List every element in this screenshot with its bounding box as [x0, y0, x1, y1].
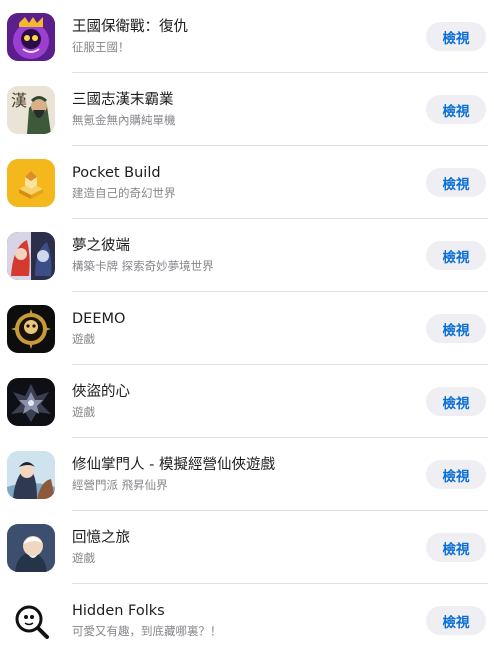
list-item[interactable]: 漢 三國志漢末霸業 無氪金無內購純單機 檢視	[0, 73, 494, 146]
deemo-app-icon[interactable]	[7, 304, 55, 353]
app-subtitle: 遊戲	[72, 405, 95, 419]
kingdom-rush-vengeance-app-icon[interactable]	[7, 12, 55, 61]
app-subtitle: 建造自己的奇幻世界	[72, 186, 176, 200]
list-item[interactable]: 回憶之旅 遊戲 檢視	[0, 511, 494, 584]
view-button[interactable]: 檢視	[426, 533, 486, 562]
app-title: 夢之彼端	[72, 238, 130, 254]
hidden-folks-app-icon[interactable]	[7, 596, 55, 645]
list-item[interactable]: Pocket Build 建造自己的奇幻世界 檢視	[0, 146, 494, 219]
app-text: Pocket Build 建造自己的奇幻世界	[72, 164, 394, 201]
list-item[interactable]: 修仙掌門人 - 模擬經營仙俠遊戲 經營門派 飛昇仙界 檢視	[0, 438, 494, 511]
app-text: 俠盜的心 遊戲	[72, 383, 394, 420]
list-item[interactable]: Hidden Folks 可愛又有趣，到底藏哪裏？！ 檢視	[0, 584, 494, 657]
app-title: 回憶之旅	[72, 530, 130, 546]
app-subtitle: 無氪金無內購純單機	[72, 113, 176, 127]
app-title: 俠盜的心	[72, 384, 130, 400]
view-button[interactable]: 檢視	[426, 241, 486, 270]
app-subtitle: 征服王國！	[72, 40, 130, 54]
pocket-build-app-icon[interactable]	[7, 158, 55, 207]
view-button[interactable]: 檢視	[426, 460, 486, 489]
app-text: 夢之彼端 構築卡牌 探索奇妙夢境世界	[72, 237, 394, 274]
app-subtitle: 遊戲	[72, 551, 95, 565]
view-button[interactable]: 檢視	[426, 168, 486, 197]
list-item[interactable]: 王國保衛戰：復仇 征服王國！ 檢視	[0, 0, 494, 73]
xiuxian-master-app-icon[interactable]	[7, 450, 55, 499]
app-text: 回憶之旅 遊戲	[72, 529, 394, 566]
rogue-heart-app-icon[interactable]	[7, 377, 55, 426]
app-title: 王國保衛戰：復仇	[72, 19, 188, 35]
view-button[interactable]: 檢視	[426, 314, 486, 343]
app-title: 修仙掌門人 - 模擬經營仙俠遊戲	[72, 457, 275, 473]
dream-beyond-app-icon[interactable]	[7, 231, 55, 280]
view-button[interactable]: 檢視	[426, 606, 486, 635]
han-glyph: 漢	[11, 91, 27, 110]
app-subtitle: 構築卡牌 探索奇妙夢境世界	[72, 259, 214, 273]
list-item[interactable]: 夢之彼端 構築卡牌 探索奇妙夢境世界 檢視	[0, 219, 494, 292]
app-subtitle: 遊戲	[72, 332, 95, 346]
list-item[interactable]: 俠盜的心 遊戲 檢視	[0, 365, 494, 438]
app-text: Hidden Folks 可愛又有趣，到底藏哪裏？！	[72, 602, 394, 639]
app-text: 王國保衛戰：復仇 征服王國！	[72, 18, 394, 55]
app-text: 修仙掌門人 - 模擬經營仙俠遊戲 經營門派 飛昇仙界	[72, 456, 394, 493]
app-title: Hidden Folks	[72, 603, 165, 619]
app-title: 三國志漢末霸業	[72, 92, 174, 108]
app-list: 王國保衛戰：復仇 征服王國！ 檢視 漢 三國志漢末霸業 無氪金無內購純單機 檢視	[0, 0, 494, 657]
list-item[interactable]: DEEMO 遊戲 檢視	[0, 292, 494, 365]
app-text: DEEMO 遊戲	[72, 310, 394, 347]
app-text: 三國志漢末霸業 無氪金無內購純單機	[72, 91, 394, 128]
view-button[interactable]: 檢視	[426, 22, 486, 51]
three-kingdoms-app-icon[interactable]: 漢	[7, 85, 55, 134]
app-subtitle: 可愛又有趣，到底藏哪裏？！	[72, 624, 222, 638]
memory-journey-app-icon[interactable]	[7, 523, 55, 572]
app-subtitle: 經營門派 飛昇仙界	[72, 478, 168, 492]
view-button[interactable]: 檢視	[426, 95, 486, 124]
app-title: Pocket Build	[72, 165, 161, 181]
app-title: DEEMO	[72, 311, 126, 327]
view-button[interactable]: 檢視	[426, 387, 486, 416]
